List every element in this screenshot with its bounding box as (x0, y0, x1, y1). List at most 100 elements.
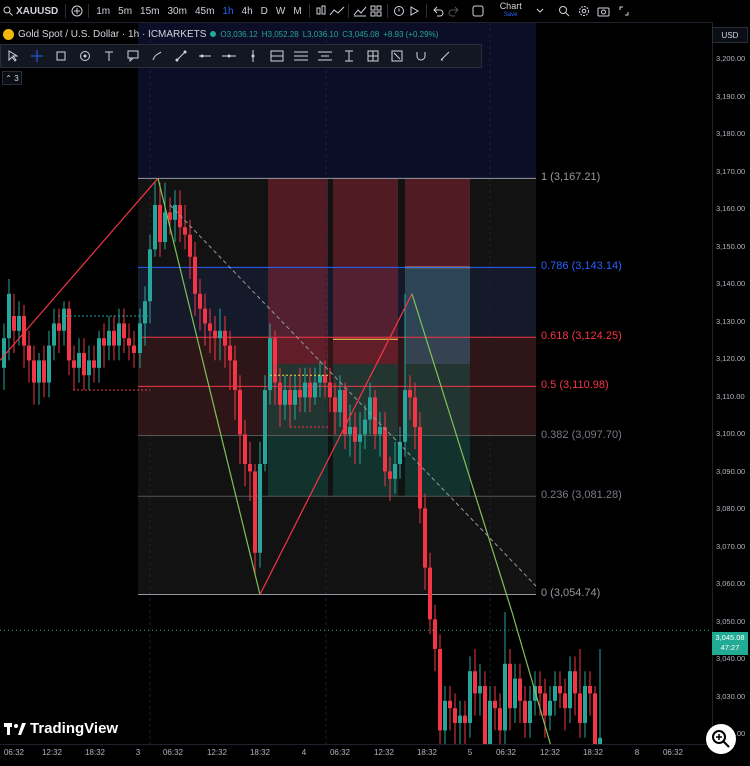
zoom-button[interactable] (706, 724, 736, 754)
templates-icon[interactable] (368, 0, 384, 22)
symbol-name[interactable]: XAUUSD (16, 0, 62, 22)
candle-body (168, 212, 172, 220)
fib-level-label[interactable]: 0.382 (3,097.70) (541, 429, 622, 441)
circle-tool-icon[interactable] (73, 45, 97, 67)
symbol-search-icon[interactable] (0, 0, 16, 22)
alert-icon[interactable] (391, 0, 407, 22)
text-tool-icon[interactable] (97, 45, 121, 67)
interval-1m[interactable]: 1m (92, 0, 114, 22)
time-tick: 18:32 (249, 748, 271, 757)
cursor-arrow-icon[interactable] (1, 45, 25, 67)
price-tick: 3,140.00 (716, 279, 746, 288)
candle (47, 330, 51, 398)
legend-title[interactable]: Gold Spot / U.S. Dollar · 1h · ICMARKETS (18, 29, 206, 40)
time-tick: 12:32 (41, 748, 63, 757)
callout-tool-icon[interactable] (121, 45, 145, 67)
candle (112, 316, 116, 361)
interval-30m[interactable]: 30m (164, 0, 191, 22)
chart-line-icon[interactable] (329, 0, 345, 22)
candle-body (223, 330, 227, 346)
indicators-toggle[interactable]: ⌃ 3 (2, 71, 22, 85)
fib-level-label[interactable]: 0.786 (3,143.14) (541, 260, 622, 272)
indicators-icon[interactable] (352, 0, 368, 22)
candle-body (173, 205, 177, 220)
crosshair-icon[interactable] (25, 45, 49, 67)
price-tick: 3,130.00 (716, 316, 746, 326)
candle-body (72, 360, 76, 368)
candle (27, 330, 31, 383)
candle (488, 686, 492, 744)
search-icon[interactable] (556, 0, 572, 22)
forecast-tool-icon[interactable] (313, 45, 337, 67)
candle (443, 686, 447, 744)
candle-body (163, 212, 167, 242)
vertical-line-icon[interactable] (241, 45, 265, 67)
camera-icon[interactable] (596, 0, 612, 22)
long-position-icon[interactable] (265, 45, 289, 67)
magnet-icon[interactable] (409, 45, 433, 67)
measure-tool-icon[interactable] (337, 45, 361, 67)
candle-body (403, 390, 407, 442)
interval-5m[interactable]: 5m (114, 0, 136, 22)
candle-body (408, 390, 412, 398)
pen-icon[interactable] (433, 45, 457, 67)
fib-level-label[interactable]: 0.236 (3,081.28) (541, 489, 622, 501)
candle-body (313, 382, 317, 398)
candle-body (468, 671, 472, 723)
settings-gear-icon[interactable] (576, 0, 592, 22)
rectangle-tool-icon[interactable] (49, 45, 73, 67)
position-stop-zone (333, 178, 398, 365)
candle-body (143, 301, 147, 324)
candle (513, 663, 517, 723)
interval-15m[interactable]: 15m (136, 0, 163, 22)
horizontal-line-icon[interactable] (217, 45, 241, 67)
candle (553, 671, 557, 716)
fib-retracement-icon[interactable] (289, 45, 313, 67)
fib-level-label[interactable]: 0.618 (3,124.25) (541, 330, 622, 342)
price-tick: 3,060.00 (716, 579, 746, 588)
candle-body (82, 353, 86, 376)
interval-m[interactable]: M (289, 0, 305, 22)
candle (483, 671, 487, 744)
chart-save-button[interactable]: Chart Save (500, 2, 522, 20)
currency-button[interactable]: USD (712, 27, 748, 43)
candle (448, 686, 452, 731)
candle-body (448, 700, 452, 709)
trend-line-icon[interactable] (169, 45, 193, 67)
brush-tool-icon[interactable] (145, 45, 169, 67)
candle-body (243, 434, 247, 464)
gann-box-icon[interactable] (361, 45, 385, 67)
fib-level-label[interactable]: 0 (3,054.74) (541, 587, 600, 599)
interval-w[interactable]: W (272, 0, 289, 22)
interval-1h[interactable]: 1h (218, 0, 237, 22)
chevron-down-icon[interactable] (532, 0, 548, 22)
redo-icon[interactable] (446, 0, 462, 22)
candle-body (358, 434, 362, 442)
drawing-toolbar (0, 44, 482, 68)
horizontal-ray-icon[interactable] (193, 45, 217, 67)
legend-high: H3,052.28 (261, 29, 299, 39)
interval-45m[interactable]: 45m (191, 0, 218, 22)
undo-icon[interactable] (430, 0, 446, 22)
candle-body (153, 205, 157, 250)
add-symbol-icon[interactable] (69, 0, 85, 22)
interval-d[interactable]: D (257, 0, 272, 22)
time-axis[interactable] (0, 744, 712, 766)
price-tick: 3,070.00 (716, 541, 746, 551)
fib-level-label[interactable]: 1 (3,167.21) (541, 171, 600, 183)
candle-body (413, 397, 417, 427)
position-stop-zone (268, 178, 328, 365)
layout-icon[interactable] (470, 0, 486, 22)
candle-body (463, 715, 467, 723)
interval-4h[interactable]: 4h (238, 0, 257, 22)
replay-icon[interactable] (407, 0, 423, 22)
candles-icon[interactable] (313, 0, 329, 22)
date-price-range-icon[interactable] (385, 45, 409, 67)
tradingview-logo[interactable]: TradingView (4, 720, 118, 737)
fib-level-label[interactable]: 0.5 (3,110.98) (541, 379, 609, 391)
candle (528, 686, 532, 738)
fullscreen-icon[interactable] (616, 0, 632, 22)
candle-body (298, 390, 302, 398)
candle-body (218, 330, 222, 339)
candle (62, 301, 66, 346)
